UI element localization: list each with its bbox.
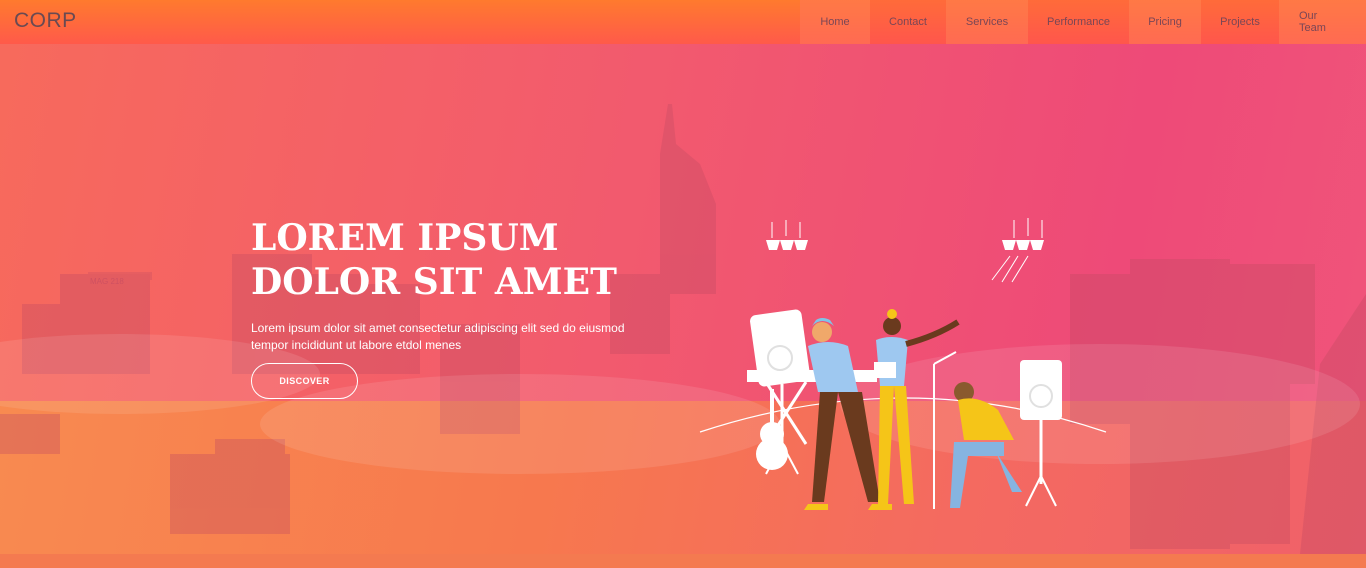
nav-performance[interactable]: Performance (1028, 0, 1129, 44)
band-illustration (699, 218, 1107, 510)
nav-our-team[interactable]: Our Team (1279, 0, 1366, 44)
hero-title-line2: DOLOR SIT AMET (251, 261, 617, 303)
nav-projects[interactable]: Projects (1201, 0, 1279, 44)
main-nav: Home Contact Services Performance Pricin… (800, 0, 1366, 44)
musician-figure-3 (950, 382, 1022, 508)
nav-contact[interactable]: Contact (870, 0, 946, 44)
site-header: CORP Home Contact Services Performance P… (0, 0, 1366, 44)
city-skyline-background: MAG 218 (0, 104, 1366, 554)
speaker-icon (1020, 360, 1062, 507)
discover-button[interactable]: DISCOVER (251, 363, 358, 399)
nav-services[interactable]: Services (946, 0, 1028, 44)
hero-title: LOREM IPSUM DOLOR SIT AMET (251, 216, 651, 304)
stage-lights-icon (766, 220, 808, 250)
logo[interactable]: CORP (14, 9, 77, 33)
hero-section: MAG 218 LOREM IPSUM DOLOR SIT AMET Lorem… (0, 44, 1366, 554)
hero-title-line1: LOREM IPSUM (251, 217, 559, 259)
nav-pricing[interactable]: Pricing (1129, 0, 1201, 44)
hero-description: Lorem ipsum dolor sit amet consectetur a… (251, 321, 625, 352)
musician-figure-2 (874, 309, 960, 504)
building-sign: MAG 218 (90, 277, 124, 286)
stage-lights-icon (991, 218, 1044, 283)
nav-home[interactable]: Home (800, 0, 870, 44)
bottom-strip (0, 554, 1366, 568)
